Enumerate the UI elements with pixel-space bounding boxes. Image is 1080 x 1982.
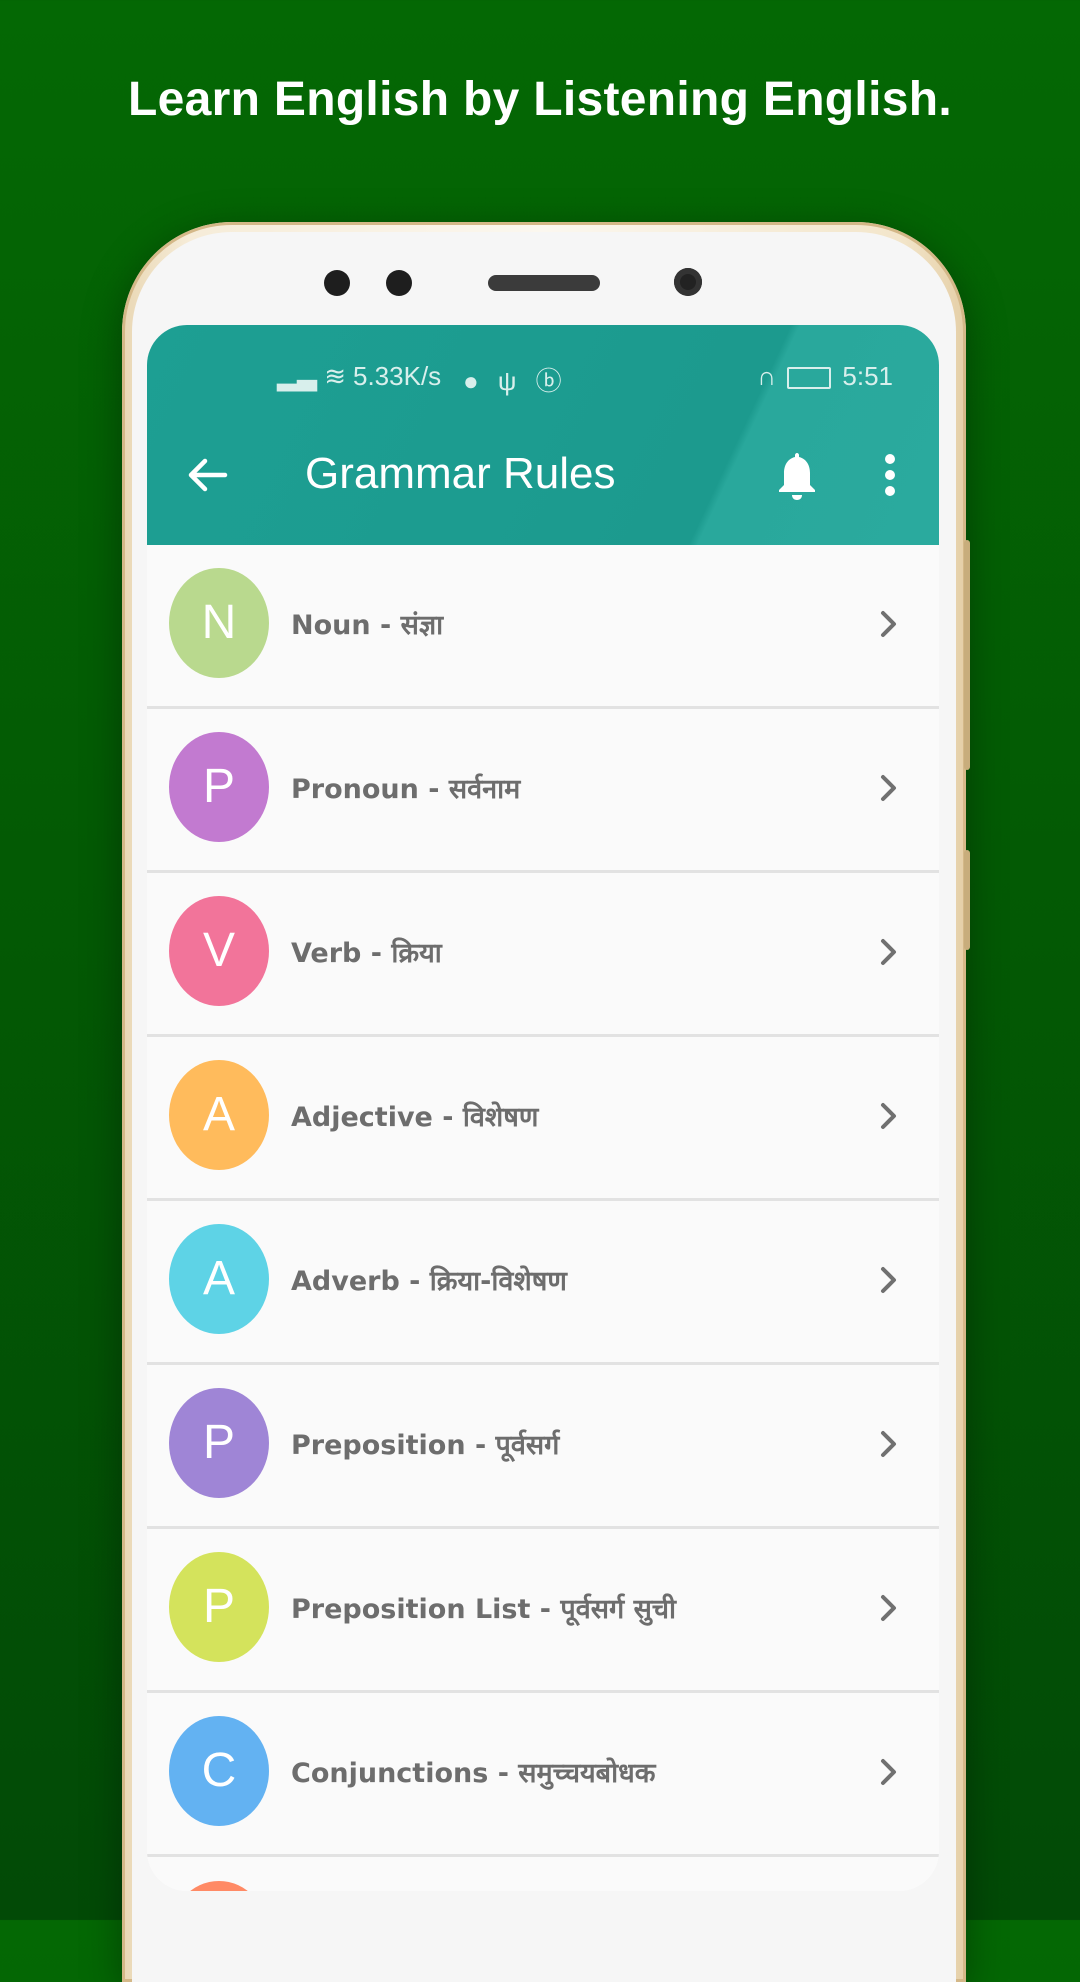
- back-arrow-icon[interactable]: [185, 453, 229, 497]
- list-item[interactable]: P Preposition - पूर्वसर्ग: [147, 1365, 939, 1529]
- letter-avatar: P: [169, 732, 269, 842]
- phone-side-button: [964, 540, 970, 770]
- notification-icons: ● ψ ⓑ: [463, 366, 568, 396]
- chevron-right-icon: [881, 1103, 896, 1129]
- list-item-label: Pronoun - सर्वनाम: [291, 774, 521, 805]
- network-speed: 5.33K/s: [353, 361, 442, 391]
- clock: 5:51: [842, 361, 893, 391]
- more-vert-icon[interactable]: [883, 453, 897, 497]
- chevron-right-icon: [881, 1267, 896, 1293]
- letter-avatar: A: [169, 1224, 269, 1334]
- letter-avatar: [169, 1881, 269, 1891]
- list-item-label: Adjective - विशेषण: [291, 1102, 539, 1133]
- chevron-right-icon: [881, 939, 896, 965]
- letter-avatar: P: [169, 1388, 269, 1498]
- list-item[interactable]: N Noun - संज्ञा: [147, 545, 939, 709]
- list-item[interactable]: P Preposition List - पूर्वसर्ग सुची: [147, 1529, 939, 1693]
- list-item[interactable]: A Adverb - क्रिया-विशेषण: [147, 1201, 939, 1365]
- battery-icon: [787, 367, 832, 390]
- chevron-right-icon: [881, 1759, 896, 1785]
- list-item-label: Preposition - पूर्वसर्ग: [291, 1430, 560, 1461]
- sensor-dot: [386, 270, 412, 296]
- chevron-right-icon: [881, 1431, 896, 1457]
- list-item-label: Preposition List - पूर्वसर्ग सुची: [291, 1594, 676, 1625]
- list-item-label: Conjunctions - समुच्चयबोधक: [291, 1758, 656, 1789]
- letter-avatar: N: [169, 568, 269, 678]
- page-title: Grammar Rules: [305, 449, 616, 498]
- letter-avatar: V: [169, 896, 269, 1006]
- status-bar: ▂▃ ≋ 5.33K/s ● ψ ⓑ ∩ 5:51: [147, 359, 939, 399]
- sensor-dot: [324, 270, 350, 296]
- letter-avatar: A: [169, 1060, 269, 1170]
- app-bar: ▂▃ ≋ 5.33K/s ● ψ ⓑ ∩ 5:51 Grammar Rules: [147, 325, 939, 545]
- list-item[interactable]: V Verb - क्रिया: [147, 873, 939, 1037]
- chevron-right-icon: [881, 775, 896, 801]
- status-right: ∩ 5:51: [757, 361, 893, 392]
- grammar-list: N Noun - संज्ञा P Pronoun - सर्वनाम V Ve…: [147, 545, 939, 1891]
- list-item[interactable]: P Pronoun - सर्वनाम: [147, 709, 939, 873]
- bell-icon[interactable]: [775, 449, 819, 501]
- list-item-label: Verb - क्रिया: [291, 938, 442, 969]
- headset-icon: ∩: [757, 361, 776, 391]
- list-item[interactable]: C Conjunctions - समुच्चयबोधक: [147, 1693, 939, 1857]
- list-item-label: Adverb - क्रिया-विशेषण: [291, 1266, 567, 1297]
- earpiece-speaker: [488, 275, 600, 291]
- list-item[interactable]: [147, 1857, 939, 1891]
- front-camera: [674, 268, 702, 296]
- list-item-label: Noun - संज्ञा: [291, 610, 444, 641]
- chevron-right-icon: [881, 1595, 896, 1621]
- letter-avatar: P: [169, 1552, 269, 1662]
- promo-headline: Learn English by Listening English.: [128, 73, 952, 126]
- list-item[interactable]: A Adjective - विशेषण: [147, 1037, 939, 1201]
- chevron-right-icon: [881, 611, 896, 637]
- phone-screen: ▂▃ ≋ 5.33K/s ● ψ ⓑ ∩ 5:51 Grammar Rules …: [147, 325, 939, 1891]
- letter-avatar: C: [169, 1716, 269, 1826]
- phone-side-button: [964, 850, 970, 950]
- signal-wifi-icon: ▂▃ ≋: [277, 361, 346, 391]
